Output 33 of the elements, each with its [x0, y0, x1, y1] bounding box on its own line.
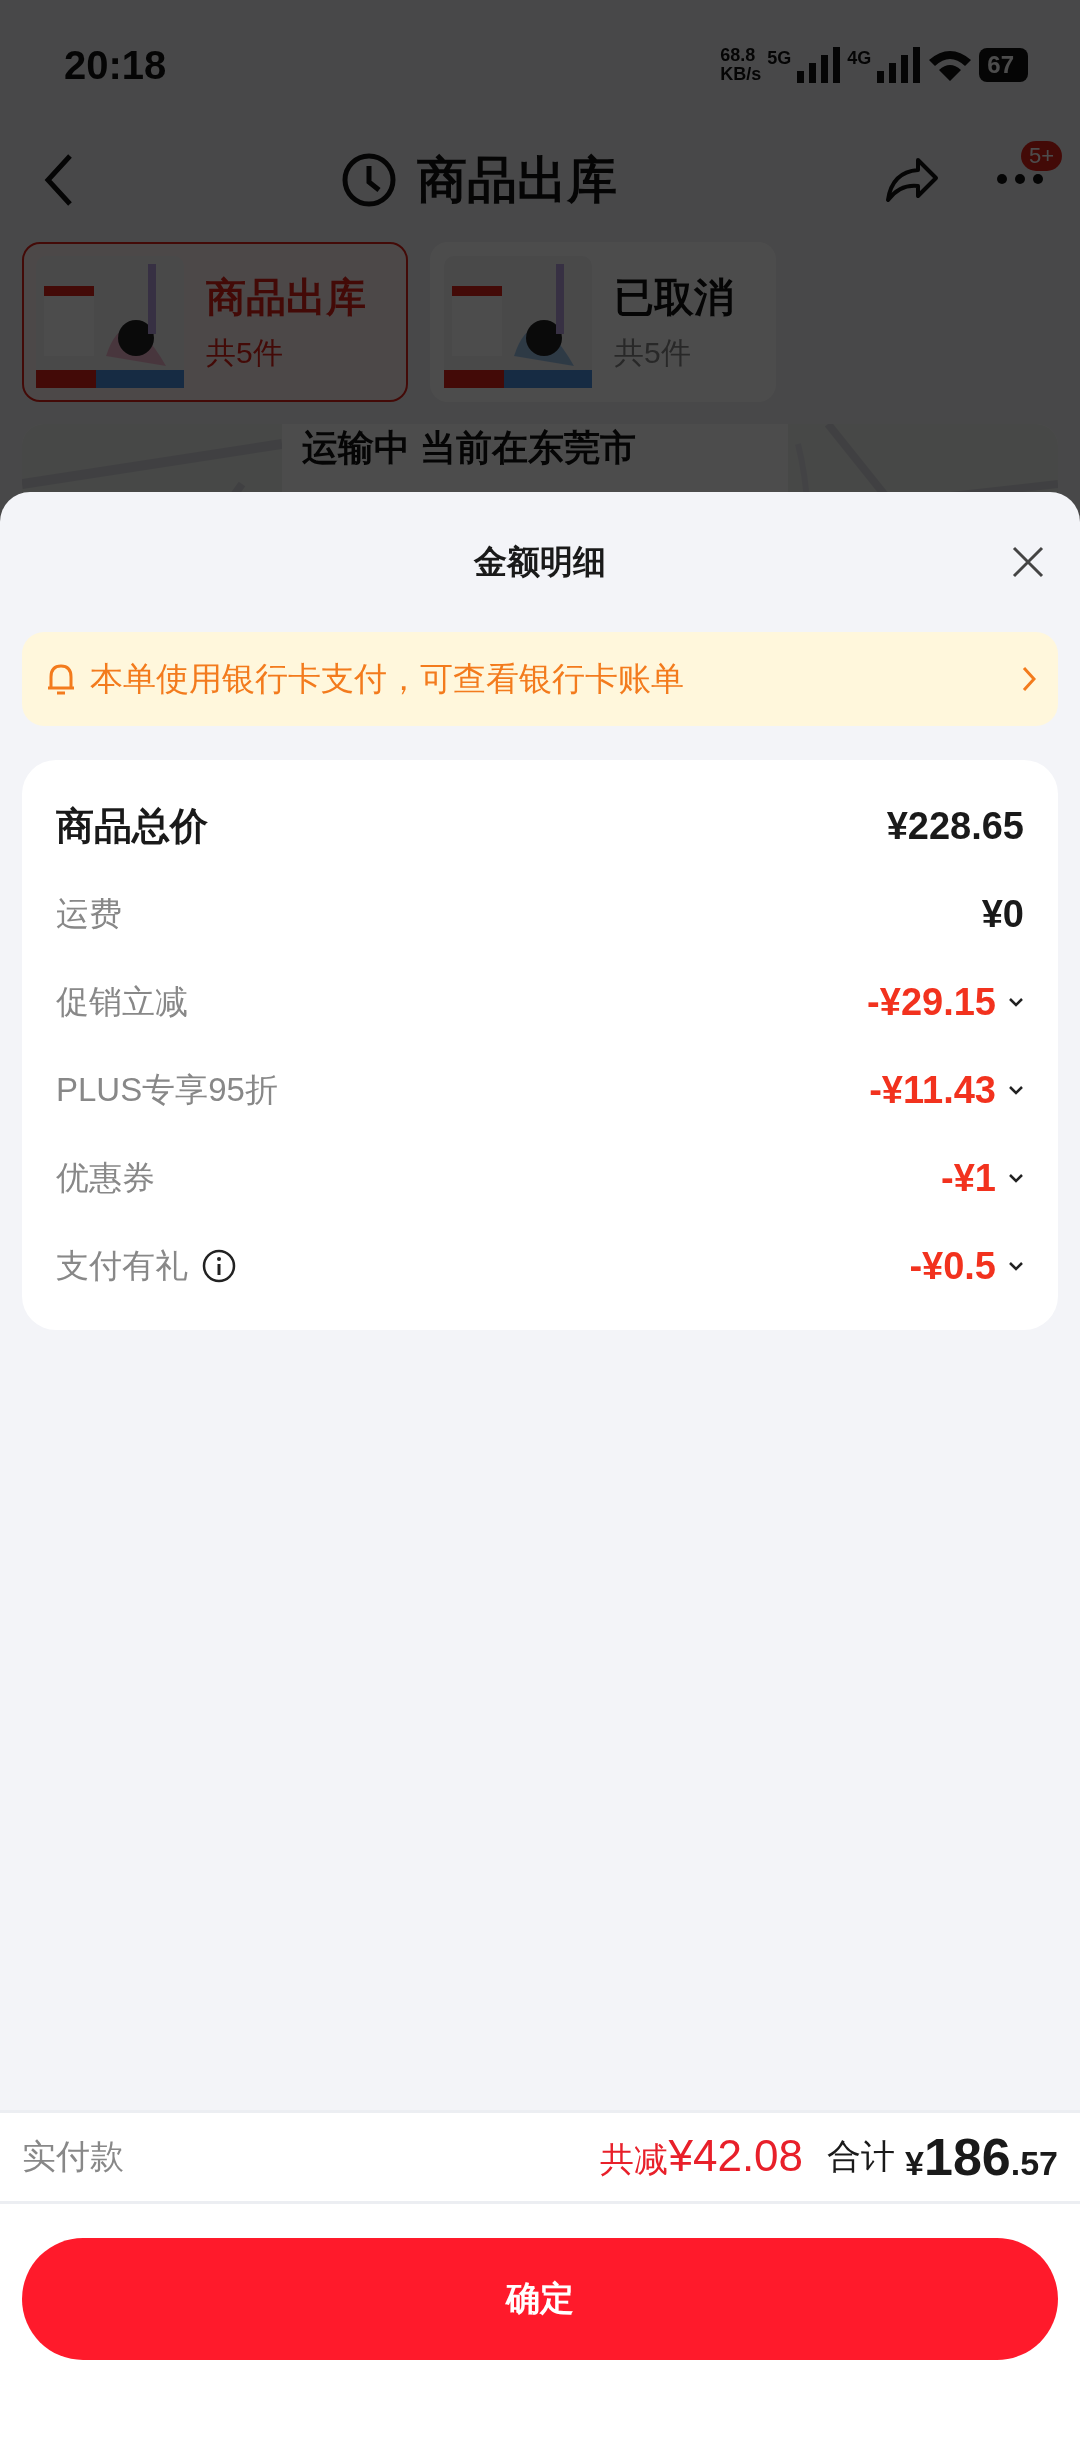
page-title: 商品出库 [417, 150, 617, 210]
chevron-right-icon [1022, 666, 1036, 692]
paid-label: 实付款 [22, 2136, 125, 2177]
bell-icon [46, 662, 76, 696]
price-amount: ¥228.65 [886, 804, 1024, 848]
chevron-down-icon[interactable] [1008, 1261, 1024, 1271]
sheet-title: 金额明细 [474, 541, 606, 582]
info-icon[interactable] [202, 1249, 236, 1283]
network-type: 5G [767, 48, 792, 69]
confirm-button[interactable]: 确定 [22, 2238, 1058, 2360]
price-label: 商品总价 [56, 803, 208, 849]
price-amount: -¥0.5 [909, 1244, 996, 1288]
price-label: 优惠券 [56, 1157, 155, 1198]
network-type: 4G [847, 48, 872, 69]
price-amount: -¥11.43 [869, 1068, 996, 1112]
price-label: 促销立减 [56, 981, 188, 1022]
price-amount: ¥0 [981, 892, 1024, 936]
price-label: PLUS专享95折 [56, 1069, 278, 1110]
close-icon[interactable] [1012, 546, 1044, 578]
price-amount: -¥29.15 [867, 980, 996, 1024]
chevron-down-icon[interactable] [1008, 1173, 1024, 1183]
total-amount: ¥186.57 [905, 2127, 1058, 2187]
status-time: 20:18 [64, 42, 168, 88]
shipping-status: 运输中 当前在东莞市 [301, 426, 637, 470]
price-label: 支付有礼 [56, 1245, 188, 1286]
notice-banner[interactable]: 本单使用银行卡支付，可查看银行卡账单 [22, 632, 1058, 726]
total-label: 合计 [827, 2136, 896, 2177]
price-label: 运费 [56, 893, 122, 934]
chevron-down-icon[interactable] [1008, 1085, 1024, 1095]
saving-amount: 共减¥42.08 [600, 2131, 804, 2182]
price-amount: -¥1 [941, 1156, 996, 1200]
network-speed: 68.8 KB/s [720, 46, 762, 84]
chevron-down-icon[interactable] [1008, 997, 1024, 1007]
